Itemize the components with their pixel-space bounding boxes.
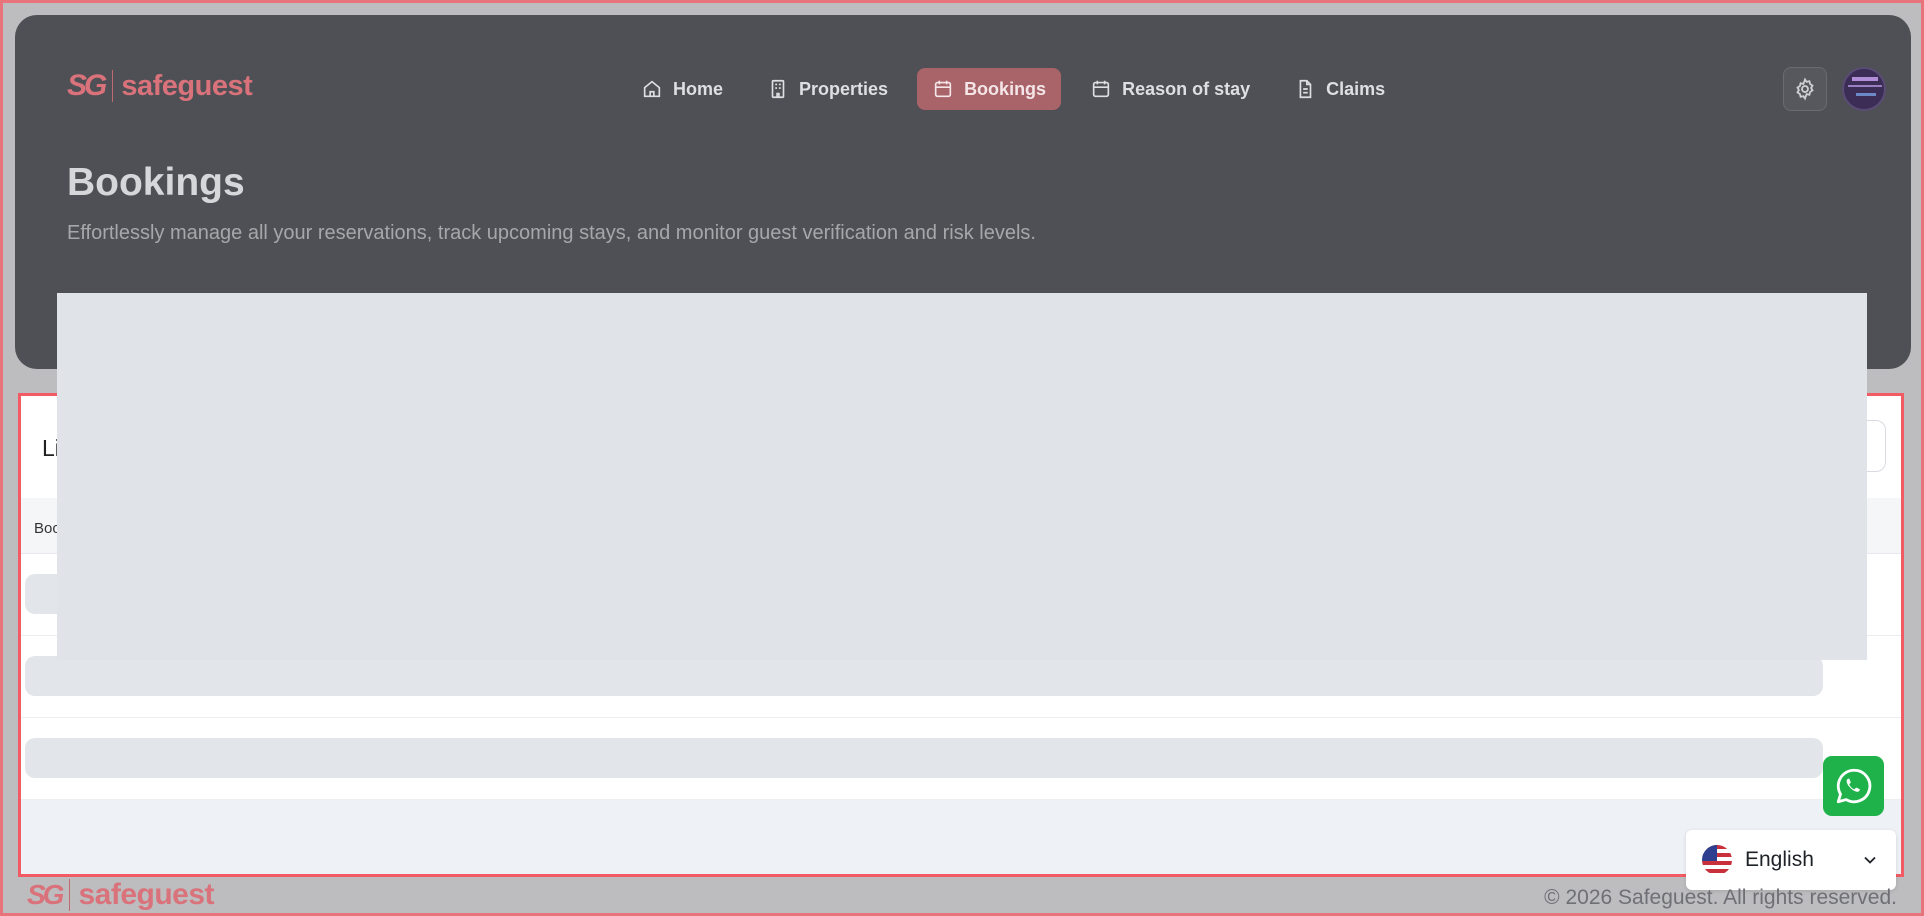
table-row (21, 718, 1901, 800)
logo-divider (69, 879, 71, 911)
page-title: Bookings (67, 161, 245, 204)
language-select[interactable]: English (1686, 830, 1896, 890)
home-icon (643, 80, 661, 98)
row-skeleton (25, 656, 1823, 696)
chevron-down-icon (1864, 856, 1876, 864)
nav-home-label: Home (673, 78, 724, 99)
loading-overlay-skeleton (57, 293, 1867, 660)
footer-brand-name: safeguest (78, 878, 215, 911)
footer-brand-mark: SG (27, 879, 65, 910)
nav-bookings[interactable]: Bookings (917, 68, 1062, 110)
page-subtitle: Effortlessly manage all your reservation… (67, 222, 1036, 244)
copyright-text: © 2026 Safeguest. All rights reserved. (1544, 886, 1897, 909)
main-nav: Home Properties Bookings Reason of stay … (626, 68, 1400, 110)
table-footer (21, 800, 1901, 874)
calendar-icon (934, 80, 952, 98)
document-icon (1299, 79, 1312, 99)
row-skeleton (25, 738, 1823, 778)
building-icon (771, 79, 785, 99)
nav-claims-label: Claims (1326, 78, 1386, 99)
logo-divider (112, 70, 114, 102)
settings-button[interactable] (1783, 67, 1827, 111)
brand-mark: SG (67, 69, 107, 102)
nav-claims[interactable]: Claims (1279, 68, 1400, 110)
footer-logo[interactable]: SG safeguest (27, 878, 215, 912)
nav-home[interactable]: Home (626, 68, 738, 110)
nav-reason-of-stay[interactable]: Reason of stay (1075, 68, 1265, 110)
us-flag-icon (1702, 845, 1732, 875)
calendar-icon (1092, 80, 1110, 98)
whatsapp-icon (1836, 768, 1871, 804)
nav-reason-of-stay-label: Reason of stay (1122, 78, 1251, 99)
language-label: English (1745, 848, 1814, 871)
nav-properties[interactable]: Properties (752, 68, 903, 110)
brand-name: safeguest (121, 69, 253, 102)
gear-icon (1796, 77, 1814, 101)
brand-logo[interactable]: SG safeguest (67, 69, 253, 103)
nav-properties-label: Properties (799, 78, 889, 99)
nav-bookings-label: Bookings (964, 78, 1047, 99)
whatsapp-button[interactable] (1823, 756, 1884, 816)
user-avatar[interactable] (1842, 67, 1886, 111)
